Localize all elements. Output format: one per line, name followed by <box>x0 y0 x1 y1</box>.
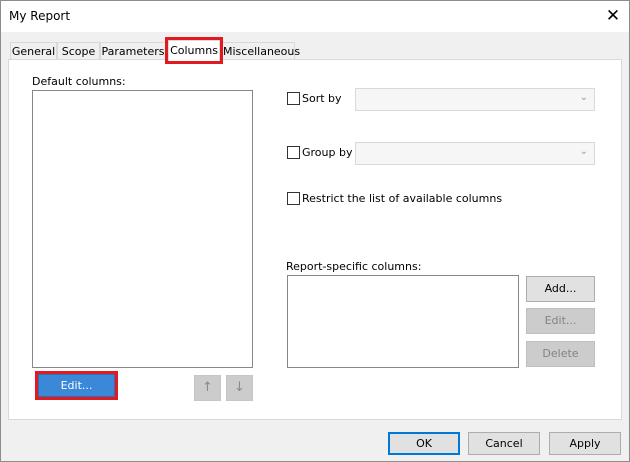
columns-panel: Default columns: Edit... ↑ ↓ Sort by ⌄ G… <box>8 59 622 420</box>
delete-column-button[interactable]: Delete <box>526 341 595 367</box>
dialog-window: My Report ✕ General Scope Parameters Col… <box>0 0 630 462</box>
report-specific-columns-list[interactable] <box>287 275 519 368</box>
arrow-down-icon: ↓ <box>234 380 245 395</box>
report-specific-columns-label: Report-specific columns: <box>286 260 422 273</box>
tab-general[interactable]: General <box>10 42 57 60</box>
move-up-button[interactable]: ↑ <box>194 375 221 401</box>
sort-by-select[interactable]: ⌄ <box>355 88 595 111</box>
tab-scope[interactable]: Scope <box>57 42 100 60</box>
chevron-down-icon: ⌄ <box>579 146 588 157</box>
edit-default-columns-button[interactable]: Edit... <box>35 371 118 400</box>
tab-parameters[interactable]: Parameters <box>100 42 166 60</box>
group-by-checkbox[interactable] <box>287 146 300 159</box>
default-columns-label: Default columns: <box>32 75 126 88</box>
edit-column-button[interactable]: Edit... <box>526 308 595 334</box>
apply-button[interactable]: Apply <box>549 432 621 455</box>
tab-columns[interactable]: Columns <box>165 37 223 64</box>
group-by-label: Group by <box>302 146 353 159</box>
add-column-button[interactable]: Add... <box>526 276 595 302</box>
restrict-columns-checkbox[interactable] <box>287 192 300 205</box>
close-icon[interactable]: ✕ <box>601 4 625 28</box>
chevron-down-icon: ⌄ <box>579 92 588 103</box>
default-columns-list[interactable] <box>32 90 253 368</box>
restrict-columns-label: Restrict the list of available columns <box>302 192 503 205</box>
title-bar: My Report ✕ <box>1 1 629 32</box>
window-title: My Report <box>9 9 71 23</box>
sort-by-label: Sort by <box>302 92 342 105</box>
cancel-button[interactable]: Cancel <box>468 432 540 455</box>
move-down-button[interactable]: ↓ <box>226 375 253 401</box>
group-by-select[interactable]: ⌄ <box>355 142 595 165</box>
ok-button[interactable]: OK <box>388 432 460 455</box>
sort-by-checkbox[interactable] <box>287 92 300 105</box>
arrow-up-icon: ↑ <box>202 380 213 395</box>
tab-miscellaneous[interactable]: Miscellaneous <box>222 42 300 60</box>
